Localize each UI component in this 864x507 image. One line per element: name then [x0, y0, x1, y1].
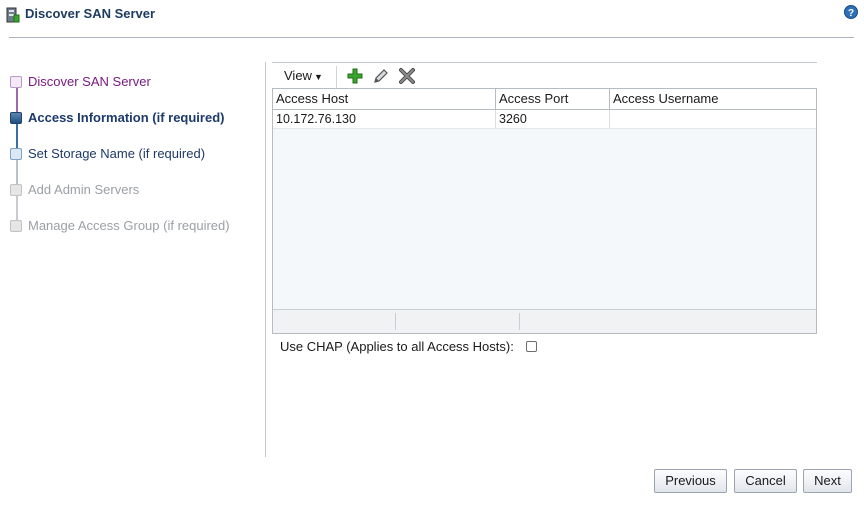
table-row[interactable]: 10.172.76.130 3260: [273, 110, 816, 129]
next-button-label: Next: [814, 473, 841, 488]
page-title: Discover SAN Server: [25, 6, 156, 21]
table-footer: [273, 309, 816, 333]
next-button[interactable]: Next: [803, 469, 852, 493]
add-icon[interactable]: [346, 67, 364, 85]
use-chap-checkbox[interactable]: [526, 341, 537, 352]
delete-icon[interactable]: [398, 67, 416, 85]
toolbar-separator: [336, 66, 337, 88]
step-label: Discover SAN Server: [28, 74, 151, 89]
cancel-button[interactable]: Cancel: [734, 469, 797, 493]
step-train: Discover SAN Server Access Information (…: [0, 60, 260, 260]
column-header-access-username[interactable]: Access Username: [610, 89, 816, 109]
view-menu-label: View: [284, 68, 312, 83]
step-marker-icon: [10, 220, 22, 232]
cancel-button-label: Cancel: [745, 473, 786, 488]
step-label: Set Storage Name (if required): [28, 146, 206, 161]
step-marker-icon: [10, 184, 22, 196]
edit-icon[interactable]: [372, 67, 390, 85]
step-marker-icon: [10, 76, 22, 88]
help-icon[interactable]: ?: [844, 5, 858, 19]
previous-button-label: Previous: [665, 473, 716, 488]
step-label: Access Information (if required): [28, 110, 225, 125]
toolbar-border: [272, 62, 817, 63]
panel-divider: [265, 62, 266, 457]
access-hosts-table: Access Host Access Port Access Username …: [272, 88, 817, 334]
page-header: Discover SAN Server ?: [0, 0, 864, 30]
access-hosts-panel: View ▼ Access Host Access Port Access Use…: [272, 62, 817, 334]
table-header: Access Host Access Port Access Username: [273, 89, 816, 110]
svg-text:?: ?: [848, 8, 854, 19]
server-icon: [6, 7, 20, 23]
chevron-down-icon: ▼: [313, 72, 323, 82]
cell-access-username: [610, 110, 816, 128]
cell-access-host: 10.172.76.130: [273, 110, 496, 128]
step-label: Add Admin Servers: [28, 182, 140, 197]
step-marker-icon: [10, 112, 22, 124]
footer-divider: [519, 313, 520, 330]
previous-button[interactable]: Previous: [654, 469, 727, 493]
step-label: Manage Access Group (if required): [28, 218, 230, 233]
view-menu[interactable]: View ▼: [284, 68, 323, 83]
cell-access-port: 3260: [496, 110, 610, 128]
column-header-access-port[interactable]: Access Port: [496, 89, 610, 109]
header-separator: [9, 37, 854, 38]
footer-divider: [395, 313, 396, 330]
step-marker-icon: [10, 148, 22, 160]
column-header-access-host[interactable]: Access Host: [273, 89, 496, 109]
use-chap-label: Use CHAP (Applies to all Access Hosts):: [280, 339, 514, 354]
